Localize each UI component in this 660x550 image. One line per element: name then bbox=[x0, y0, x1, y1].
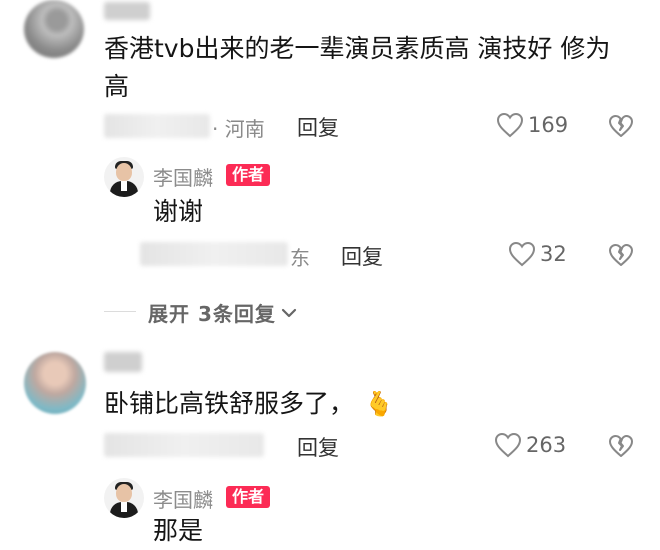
author-avatar[interactable] bbox=[104, 478, 144, 518]
username-blurred[interactable] bbox=[104, 2, 150, 20]
comment-text: 香港tvb出来的老一辈演员素质高 演技好 修为高 bbox=[104, 34, 611, 101]
reply-button[interactable]: 回复 bbox=[297, 432, 339, 462]
avatar[interactable] bbox=[24, 352, 86, 414]
like-count: 169 bbox=[528, 113, 569, 137]
like-button[interactable]: 263 bbox=[494, 432, 566, 458]
author-badge: 作者 bbox=[226, 486, 271, 508]
timestamp-blurred bbox=[104, 433, 264, 457]
broken-heart-icon[interactable] bbox=[608, 114, 634, 138]
heart-outline-icon bbox=[494, 432, 522, 458]
broken-heart-icon[interactable] bbox=[608, 434, 634, 458]
heart-outline-icon bbox=[508, 241, 536, 267]
broken-heart-icon[interactable] bbox=[608, 243, 634, 267]
username-blurred[interactable] bbox=[104, 352, 142, 372]
like-count: 32 bbox=[540, 242, 567, 266]
reply-text: 谢谢 bbox=[153, 197, 204, 226]
comment-location: 东 bbox=[290, 246, 310, 270]
author-name[interactable]: 李国麟 bbox=[153, 162, 213, 191]
author-badge: 作者 bbox=[226, 164, 271, 186]
chevron-down-icon bbox=[281, 308, 296, 317]
timestamp-blurred bbox=[140, 242, 288, 266]
finger-heart-emoji: 🫰 bbox=[364, 390, 394, 418]
reply-button[interactable]: 回复 bbox=[341, 241, 383, 271]
like-button[interactable]: 32 bbox=[508, 241, 567, 267]
reply-button[interactable]: 回复 bbox=[297, 112, 339, 142]
expand-divider bbox=[104, 311, 136, 312]
like-button[interactable]: 169 bbox=[496, 112, 568, 138]
timestamp-blurred bbox=[104, 114, 210, 138]
author-avatar[interactable] bbox=[104, 157, 144, 197]
expand-replies-label: 展开 3条回复 bbox=[148, 302, 276, 326]
expand-replies-button[interactable]: 展开 3条回复 bbox=[148, 298, 299, 327]
author-name[interactable]: 李国麟 bbox=[153, 484, 213, 513]
avatar[interactable] bbox=[24, 0, 84, 58]
comment-location: · 河南 bbox=[212, 117, 265, 141]
heart-outline-icon bbox=[496, 112, 524, 138]
comment-text: 卧铺比高铁舒服多了， 🫰 bbox=[104, 385, 394, 423]
like-count: 263 bbox=[526, 433, 567, 457]
reply-text: 那是 bbox=[153, 516, 204, 545]
